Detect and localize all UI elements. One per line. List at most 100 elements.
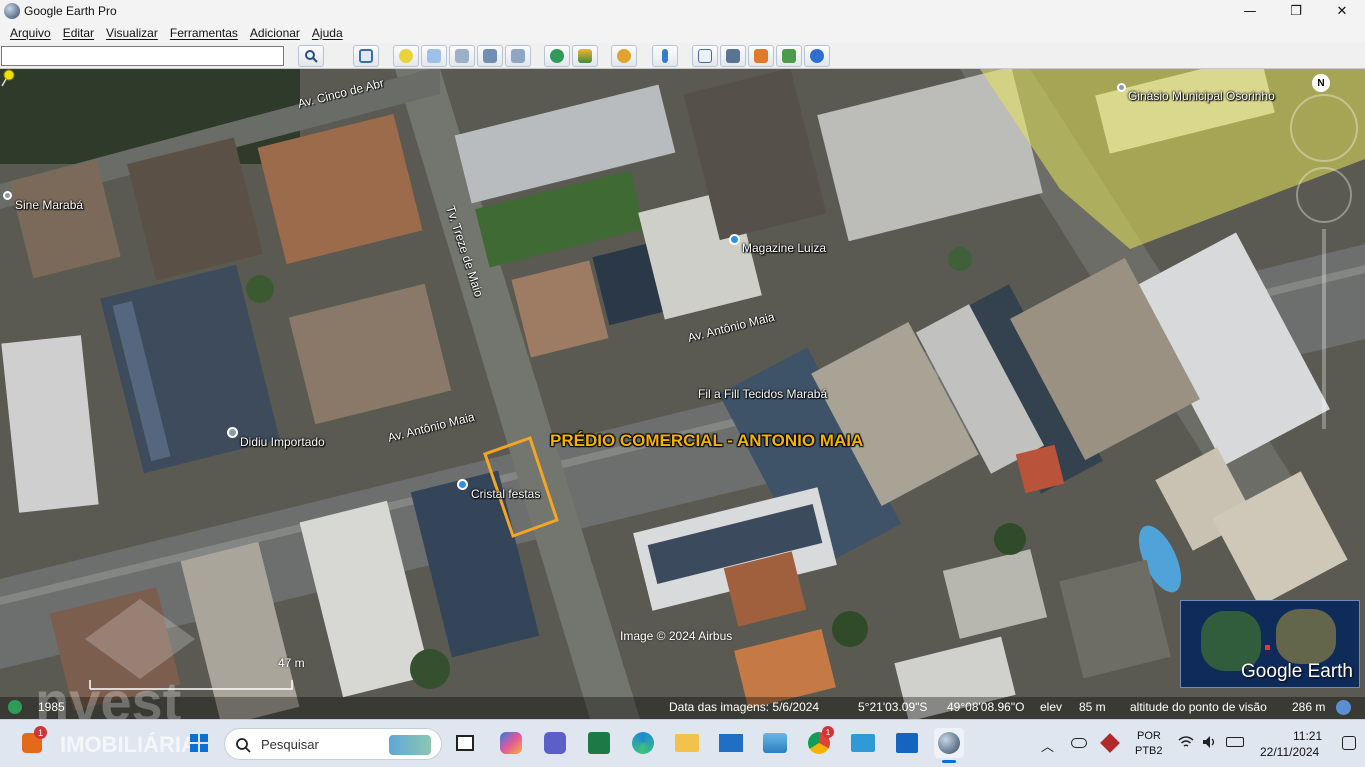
pushpin-icon[interactable] — [0, 69, 16, 87]
copilot-icon — [500, 732, 522, 754]
globe-icon — [810, 49, 824, 63]
search-icon — [236, 738, 251, 753]
menu-editar[interactable]: Editar — [57, 26, 100, 40]
poi-marker[interactable] — [457, 479, 468, 490]
photos-button[interactable] — [760, 728, 790, 758]
poi-cristal-label[interactable]: Cristal festas — [471, 487, 540, 501]
poi-magazine-label[interactable]: Magazine Luiza — [742, 241, 826, 255]
overview-minimap[interactable]: Google Earth — [1180, 600, 1360, 688]
menu-ferramentas[interactable]: Ferramentas — [164, 26, 244, 40]
imagery-copyright: Image © 2024 Airbus — [620, 629, 733, 643]
battery-icon[interactable] — [1226, 737, 1244, 747]
google-earth-taskbar-button[interactable] — [934, 728, 964, 763]
compass-north-button[interactable]: N — [1312, 74, 1330, 92]
latitude: 5°21'03.09"S — [858, 700, 928, 714]
remote-desktop-button[interactable] — [848, 728, 878, 758]
historical-imagery-button[interactable] — [544, 45, 570, 67]
search-input[interactable] — [1, 46, 284, 66]
close-button[interactable]: ✕ — [1319, 0, 1365, 22]
email-icon — [698, 49, 712, 63]
photos-icon — [763, 733, 787, 753]
elevation-value: 85 m — [1079, 700, 1106, 714]
excel-button[interactable] — [584, 728, 614, 758]
map-view[interactable]: Ginásio Municipal Osorinho Sine Marabá M… — [0, 69, 1365, 719]
scale-label: 47 m — [278, 656, 305, 670]
tray-overflow-icon[interactable]: ︿ — [1041, 736, 1054, 755]
zoom-slider[interactable] — [1322, 229, 1326, 429]
edge-button[interactable] — [628, 728, 658, 758]
earth-gallery-button[interactable] — [804, 45, 830, 67]
minimize-button[interactable]: — — [1227, 0, 1273, 22]
title-bar: Google Earth Pro — ❐ ✕ — [0, 0, 1365, 22]
poi-ginasio-label[interactable]: Ginásio Municipal Osorinho — [1128, 89, 1275, 103]
taskbar: 1 IMOBILIÁRIA Pesquisar 1 ︿ POR PTB2 11:… — [0, 719, 1365, 767]
move-control[interactable] — [1296, 167, 1352, 223]
historical-imagery-icon[interactable] — [8, 700, 22, 714]
google-maps-button[interactable] — [776, 45, 802, 67]
print-button[interactable] — [720, 45, 746, 67]
record-tour-button[interactable] — [505, 45, 531, 67]
poi-marker[interactable] — [227, 427, 238, 438]
search-button[interactable] — [298, 45, 324, 67]
planet-icon — [617, 49, 631, 63]
poi-fila-label[interactable]: Fil a Fill Tecidos Marabá — [698, 387, 827, 401]
maps-icon — [782, 49, 796, 63]
add-polygon-button[interactable] — [421, 45, 447, 67]
mail-icon — [719, 734, 743, 752]
teams-button[interactable] — [540, 728, 570, 758]
email-button[interactable] — [692, 45, 718, 67]
clock-date[interactable]: 22/11/2024 — [1260, 745, 1319, 759]
menu-visualizar[interactable]: Visualizar — [100, 26, 164, 40]
watermark-subtitle: IMOBILIÁRIA — [60, 732, 197, 757]
minimap-land — [1276, 609, 1336, 664]
add-path-button[interactable] — [449, 45, 475, 67]
dropbox-icon[interactable] — [1100, 733, 1120, 753]
ruler-button[interactable] — [652, 45, 678, 67]
maximize-button[interactable]: ❐ — [1273, 0, 1319, 22]
sunlight-button[interactable] — [572, 45, 598, 67]
status-bar: 1985 Data das imagens: 5/6/2024 5°21'03.… — [0, 697, 1365, 719]
add-placemark-button[interactable] — [393, 45, 419, 67]
mail-button[interactable] — [716, 728, 746, 758]
app-button[interactable] — [892, 728, 922, 758]
polygon-icon — [427, 49, 441, 63]
menu-adicionar[interactable]: Adicionar — [244, 26, 306, 40]
longitude: 49°08'08.96"O — [947, 700, 1025, 714]
windows-icon — [190, 734, 208, 752]
menu-arquivo[interactable]: Arquivo — [4, 26, 57, 40]
placemark-icon — [399, 49, 413, 63]
chrome-button[interactable]: 1 — [804, 726, 834, 758]
poi-didiu-label[interactable]: Didiu Importado — [240, 435, 325, 449]
toolbar — [0, 43, 1365, 69]
add-overlay-button[interactable] — [477, 45, 503, 67]
clock-time[interactable]: 11:21 — [1293, 729, 1322, 743]
google-earth-app-icon — [4, 3, 20, 19]
save-image-button[interactable] — [748, 45, 774, 67]
onedrive-icon[interactable] — [1071, 738, 1087, 748]
placemark-label[interactable]: PRÉDIO COMERCIAL - ANTONIO MAIA — [550, 431, 863, 451]
wifi-icon[interactable] — [1178, 735, 1194, 749]
language-indicator[interactable]: POR — [1137, 730, 1161, 742]
copilot-button[interactable] — [496, 728, 526, 758]
volume-icon[interactable] — [1202, 735, 1218, 749]
file-explorer-button[interactable] — [672, 728, 702, 758]
excel-icon — [588, 732, 610, 754]
start-button[interactable] — [184, 728, 214, 758]
menu-ajuda[interactable]: Ajuda — [306, 26, 349, 40]
planets-button[interactable] — [611, 45, 637, 67]
task-view-button[interactable] — [450, 728, 480, 758]
notifications-button[interactable]: 1 — [17, 726, 47, 758]
notification-center-icon[interactable] — [1342, 736, 1356, 750]
window-controls: — ❐ ✕ — [1227, 0, 1365, 22]
poi-marker[interactable] — [1117, 83, 1126, 92]
sidebar-toggle-button[interactable] — [353, 45, 379, 67]
elevation-label: elev — [1040, 700, 1063, 714]
taskbar-search-box[interactable]: Pesquisar — [224, 728, 442, 760]
keyboard-layout-indicator[interactable]: PTB2 — [1135, 745, 1163, 757]
eye-altitude-label: altitude do ponto de visão — [1130, 700, 1267, 714]
screen-icon — [896, 733, 918, 753]
poi-sine-label[interactable]: Sine Marabá — [15, 198, 83, 212]
poi-marker[interactable] — [729, 234, 740, 245]
poi-marker[interactable] — [3, 191, 12, 200]
look-control[interactable] — [1290, 94, 1358, 162]
